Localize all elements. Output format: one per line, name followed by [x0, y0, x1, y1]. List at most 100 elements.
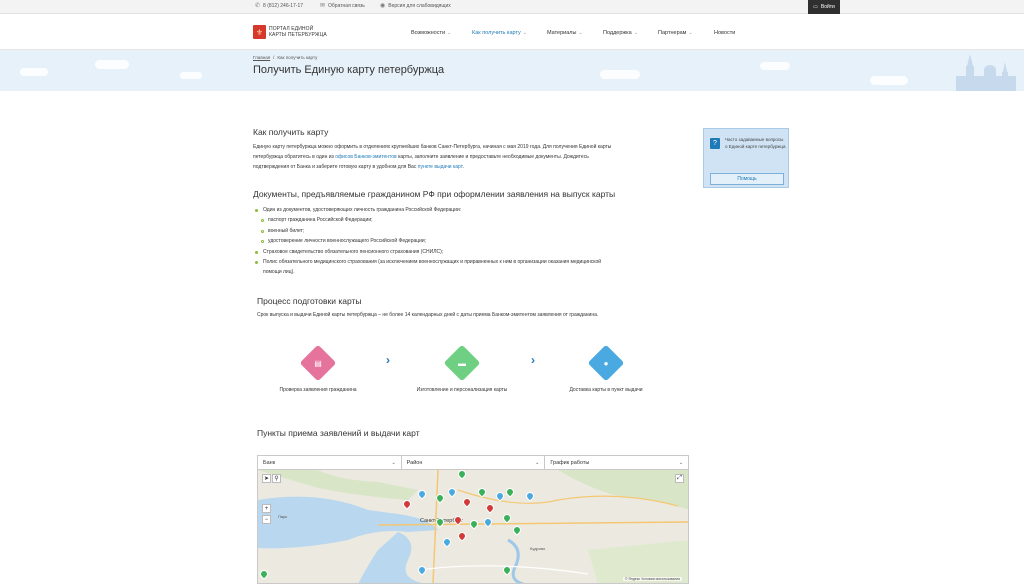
documents-list-item-text: Страховое свидетельство обязательного пе…: [263, 248, 444, 255]
nav-label: Материалы: [547, 30, 577, 36]
chevron-right-icon: ›: [531, 353, 535, 367]
chevron-down-icon: ⌄: [447, 30, 452, 36]
card-icon: ▬: [458, 358, 466, 368]
nav-item-get-card[interactable]: Как получить карту ⌄: [472, 30, 527, 36]
map-place-label: Кудрово: [530, 546, 546, 551]
map-place-label: Парк: [278, 514, 288, 519]
documents-list-item: Страховое свидетельство обязательного пе…: [253, 247, 693, 257]
documents-list: Один из документов, удостоверяющих лично…: [253, 205, 693, 278]
bank-select[interactable]: Банк ⌄: [258, 456, 402, 469]
chevron-down-icon: ⌄: [522, 30, 527, 36]
section-title-points: Пункты приема заявлений и выдачи карт: [257, 428, 420, 438]
nav-label: Возможности: [411, 30, 446, 36]
login-button[interactable]: ▭ Войти: [808, 0, 840, 14]
question-icon: ?: [710, 138, 720, 149]
section-title-process: Процесс подготовки карты: [257, 296, 362, 306]
site-header: ⚜ ПОРТАЛ ЕДИНОЙ КАРТЫ ПЕТЕРБУРЖЦА Возмож…: [0, 14, 1024, 50]
cloud-decoration: [95, 60, 129, 69]
how-text-line-1: Единую карту петербуржца можно оформить …: [253, 144, 612, 150]
breadcrumb-home-link[interactable]: Главная: [253, 55, 270, 60]
accessible-version-label: Версия для слабовидящих: [388, 3, 451, 9]
section-title-how-to-get: Как получить карту: [253, 127, 329, 137]
chevron-down-icon: ⌄: [535, 459, 540, 466]
documents-list-item-text: Полис обязательного медицинского страхов…: [263, 259, 602, 266]
schedule-select-value: График работы: [550, 459, 590, 466]
top-utility-bar: ✆ 8 (812) 246-17-17 ✉ Обратная связь ◉ В…: [0, 0, 1024, 14]
page-banner: [0, 50, 1024, 91]
documents-list-item: Один из документов, удостоверяющих лично…: [253, 205, 693, 215]
bullet-icon: [261, 229, 264, 233]
bullet-icon: [255, 209, 258, 212]
breadcrumb: Главная / Как получить карту: [253, 55, 317, 60]
clipboard-icon: ▤: [314, 358, 322, 368]
nav-label: Как получить карту: [472, 30, 521, 36]
bullet-icon: [255, 261, 258, 265]
step-2-label: Изготовление и персонализация карты: [416, 387, 508, 393]
coat-of-arms-icon: ⚜: [253, 25, 266, 39]
map-fullscreen-button[interactable]: ⤢: [675, 474, 684, 483]
map-zoom-in-button[interactable]: +: [262, 504, 271, 513]
breadcrumb-separator: /: [273, 55, 275, 60]
logo-line-2: КАРТЫ ПЕТЕРБУРЖЦА: [269, 32, 327, 38]
nav-item-support[interactable]: Поддержка ⌄: [603, 30, 638, 36]
documents-list-item: паспорт гражданина Российской Федерации;: [253, 215, 693, 225]
map-select-tool[interactable]: ➤: [262, 474, 271, 483]
monitor-icon: ▭: [813, 4, 818, 10]
district-select[interactable]: Район ⌄: [402, 456, 546, 469]
documents-list-item: военный билет;: [253, 226, 693, 236]
documents-list-item-text: удостоверение личности военнослужащего Р…: [268, 238, 427, 245]
step-3-label: Доставка карты в пункт выдачи: [569, 387, 643, 393]
site-logo[interactable]: ⚜ ПОРТАЛ ЕДИНОЙ КАРТЫ ПЕТЕРБУРЖЦА: [253, 25, 327, 39]
chevron-down-icon: ⌄: [391, 459, 396, 466]
phone-link[interactable]: ✆ 8 (812) 246-17-17: [255, 3, 303, 9]
feedback-link[interactable]: ✉ Обратная связь: [320, 3, 365, 9]
help-button[interactable]: Помощь: [710, 173, 784, 185]
cloud-decoration: [180, 72, 202, 79]
chevron-down-icon: ⌄: [578, 30, 583, 36]
chevron-right-icon: ›: [386, 353, 390, 367]
nav-label: Партнерам: [658, 30, 687, 36]
nav-item-features[interactable]: Возможности ⌄: [411, 30, 451, 36]
step-1-label: Проверка заявления гражданина: [279, 387, 357, 393]
phone-number: 8 (812) 246-17-17: [263, 3, 304, 9]
bullet-icon: [255, 250, 258, 254]
map-zoom-out-button[interactable]: −: [262, 515, 271, 524]
nav-item-partners[interactable]: Партнерам ⌄: [658, 30, 693, 36]
nav-item-news[interactable]: Новости: [714, 30, 735, 36]
documents-list-item-text: военный билет;: [268, 227, 305, 234]
process-text: Срок выпуска и выдачи Единой карты петер…: [257, 312, 599, 318]
page-title: Получить Единую карту петербуржца: [253, 64, 445, 76]
district-select-value: Район: [406, 459, 423, 466]
envelope-icon: ✉: [320, 3, 326, 9]
schedule-select[interactable]: График работы ⌄: [545, 456, 688, 469]
card-issue-points-link[interactable]: пункте выдачи карт: [418, 164, 463, 170]
login-label: Войти: [820, 4, 835, 10]
faq-help-text: Часто задаваемые вопросы о Единой карте …: [725, 137, 786, 149]
documents-list-item: удостоверение личности военнослужащего Р…: [253, 236, 693, 246]
accessible-version-link[interactable]: ◉ Версия для слабовидящих: [380, 3, 451, 9]
cloud-decoration: [760, 62, 790, 70]
nav-label: Поддержка: [603, 30, 632, 36]
nav-item-materials[interactable]: Материалы ⌄: [547, 30, 583, 36]
bullet-icon: [261, 219, 264, 223]
documents-list-item: Полис обязательного медицинского страхов…: [253, 257, 693, 267]
chevron-down-icon: ⌄: [678, 459, 684, 466]
nav-label: Новости: [714, 30, 736, 36]
faq-help-box: ? Часто задаваемые вопросы о Единой карт…: [703, 128, 789, 188]
location-pin-icon: ●: [603, 358, 609, 368]
map-search-tool[interactable]: ⚲: [272, 474, 281, 483]
how-text-line-3: подтверждения от Банка и заберите готову…: [253, 162, 703, 172]
documents-list-item-text: Один из документов, удостоверяющих лично…: [263, 207, 462, 213]
bank-offices-link[interactable]: офисов Банков-эмитентов: [335, 154, 396, 160]
bank-select-value: Банк: [263, 459, 276, 466]
documents-list-item: помощи лиц).: [253, 267, 693, 277]
eye-icon: ◉: [380, 3, 386, 9]
points-map[interactable]: ➤ ⚲ ⤢ + − Санкт-Петербург Кудрово Парк ©…: [257, 470, 689, 584]
cloud-decoration: [600, 70, 640, 79]
feedback-label: Обратная связь: [328, 3, 365, 9]
text-fragment: .: [462, 164, 464, 170]
breadcrumb-current: Как получить карту: [277, 55, 318, 60]
documents-list-item-text: паспорт гражданина Российской Федерации;: [268, 217, 373, 224]
phone-icon: ✆: [255, 3, 261, 9]
map-credit: © Яндекс Условия использования: [622, 577, 682, 581]
